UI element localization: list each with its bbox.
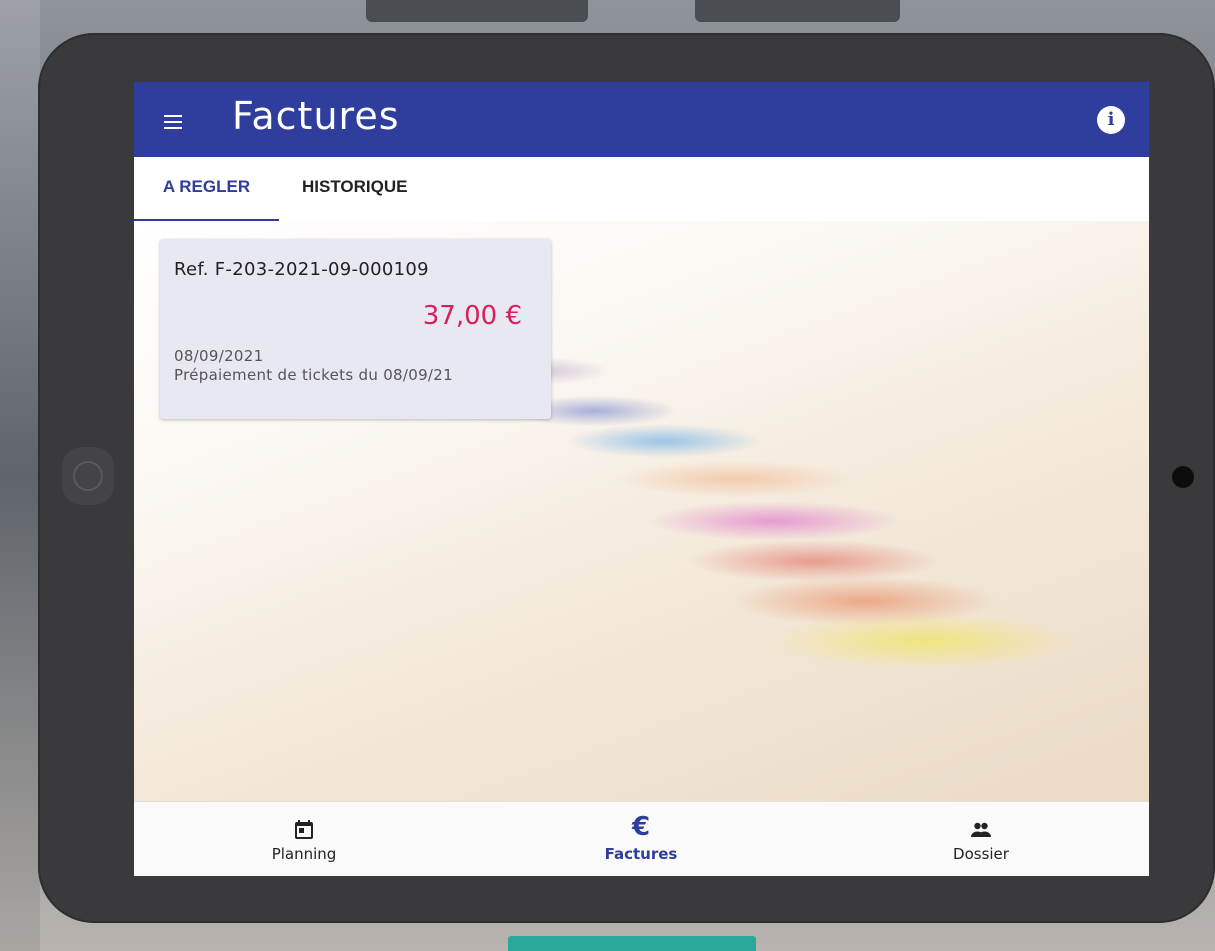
invoice-amount: 37,00 € xyxy=(422,301,522,331)
background-blur xyxy=(0,0,40,951)
background-bottom-button xyxy=(508,936,756,951)
camera-icon xyxy=(1172,466,1194,488)
tab-label: HISTORIQUE xyxy=(302,177,408,196)
invoice-ref: Ref. F-203-2021-09-000109 xyxy=(174,259,429,280)
app-screen: Factures i A REGLER HISTORIQUE Ref. F-20… xyxy=(134,82,1149,876)
nav-factures[interactable]: € Factures xyxy=(541,802,741,876)
tab-bar: A REGLER HISTORIQUE xyxy=(134,157,1149,221)
home-button[interactable] xyxy=(62,447,114,505)
tab-historique[interactable]: HISTORIQUE xyxy=(302,157,432,221)
bottom-navigation: Planning € Factures Dossier xyxy=(134,801,1149,876)
invoice-date: 08/09/2021 xyxy=(174,347,264,365)
page-title: Factures xyxy=(232,94,400,138)
background-top-control-left xyxy=(366,0,588,22)
tab-label: A REGLER xyxy=(162,177,251,196)
nav-label: Planning xyxy=(271,845,337,863)
invoice-description: Prépaiement de tickets du 08/09/21 xyxy=(174,366,453,384)
nav-label: Factures xyxy=(604,845,678,863)
active-tab-indicator xyxy=(134,219,279,221)
info-icon[interactable]: i xyxy=(1097,106,1125,134)
background-top-control-right xyxy=(695,0,900,22)
app-bar: Factures i xyxy=(134,82,1149,157)
nav-label: Dossier xyxy=(953,845,1009,863)
nav-dossier[interactable]: Dossier xyxy=(881,802,1081,876)
nav-planning[interactable]: Planning xyxy=(204,802,404,876)
home-button-ring xyxy=(73,461,103,491)
tab-a-regler[interactable]: A REGLER xyxy=(134,157,279,221)
menu-icon[interactable] xyxy=(164,115,184,129)
invoice-card[interactable]: Ref. F-203-2021-09-000109 37,00 € 08/09/… xyxy=(160,239,551,419)
euro-icon: € xyxy=(631,812,651,842)
people-icon xyxy=(971,822,991,837)
calendar-icon xyxy=(295,820,313,839)
